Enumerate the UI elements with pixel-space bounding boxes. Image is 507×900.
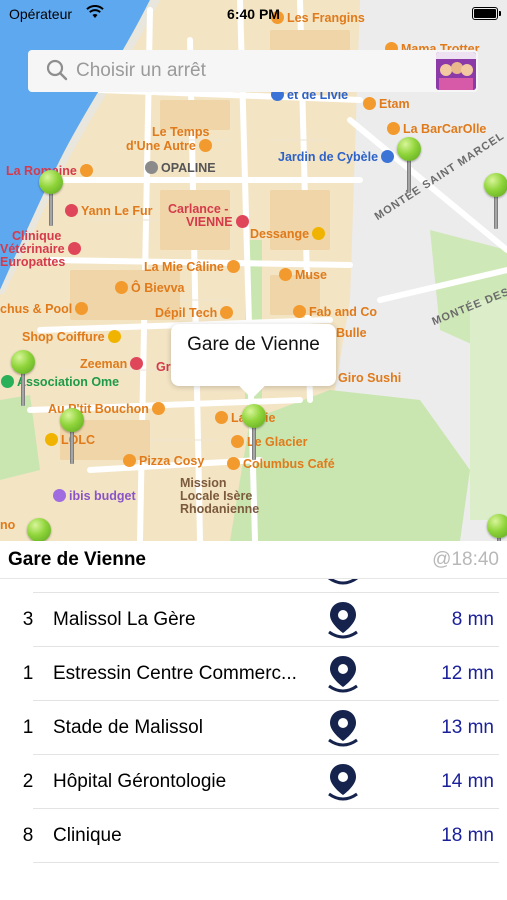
app-logo[interactable]	[436, 52, 476, 90]
poi-veterinaire: Vétérinaire	[0, 242, 84, 256]
bus-stop-pin[interactable]	[484, 173, 507, 233]
bus-stop-pin[interactable]	[487, 514, 507, 541]
poi-clinique-veterinaire[interactable]: Clinique	[12, 229, 61, 243]
location-pin-icon[interactable]	[324, 762, 362, 802]
search-icon	[46, 59, 68, 81]
panel-header: Gare de Vienne @18:40	[0, 541, 507, 579]
poi-no: no	[0, 518, 16, 532]
stop-name: Hôpital Gérontologie	[53, 771, 227, 792]
line-number: 2	[22, 771, 34, 792]
bus-stop-pin[interactable]	[397, 137, 421, 197]
search-bar[interactable]	[28, 50, 478, 92]
stop-name: Malissol La Gère	[53, 609, 196, 630]
eta: 18 mn	[441, 825, 494, 846]
poi-dessange[interactable]: Dessange	[250, 227, 328, 241]
list-item[interactable]: 3 Malissol La Gère 8 mn	[0, 593, 507, 647]
departures-panel: Gare de Vienne @18:40 3 Malissol La Gère…	[0, 541, 507, 900]
line-number: 1	[22, 717, 34, 738]
poi-yann-le-fur[interactable]: Yann Le Fur	[62, 204, 153, 218]
eta: 13 mn	[441, 717, 494, 738]
battery-icon	[472, 7, 501, 20]
poi-rhodanienne: Rhodanienne	[180, 502, 260, 516]
poi-columbus-cafe[interactable]: Columbus Café	[224, 457, 335, 471]
poi-opaline[interactable]: OPALINE	[142, 161, 216, 175]
eta: 14 mn	[441, 771, 494, 792]
poi-carlance[interactable]: Carlance -	[168, 202, 228, 216]
location-pin-icon[interactable]	[324, 708, 362, 748]
app-logo-image	[436, 52, 476, 90]
list-item[interactable]: 2 Hôpital Gérontologie 14 mn	[0, 755, 507, 809]
poi-zeeman[interactable]: Zeeman	[80, 357, 146, 371]
line-number: 8	[22, 825, 34, 846]
poi-ibis-budget[interactable]: ibis budget	[50, 489, 136, 503]
bus-stop-pin[interactable]	[27, 518, 51, 541]
line-number: 3	[22, 609, 34, 630]
poi-mission[interactable]: Mission	[180, 476, 227, 490]
map-view[interactable]: Les Frangins Mama Trotter et de Livie Et…	[0, 0, 507, 541]
departures-list[interactable]: 3 Malissol La Gère 8 mn 1 Estressin Cent…	[0, 579, 507, 900]
search-input[interactable]	[76, 55, 436, 87]
stop-name: Stade de Malissol	[53, 717, 203, 738]
line-number: 1	[22, 663, 34, 684]
poi-giro-sushi[interactable]: Giro Sushi	[338, 371, 401, 385]
poi-shop-coiffure[interactable]: Shop Coiffure	[22, 330, 124, 344]
poi-europattes: Europattes	[0, 255, 66, 269]
callout-title: Gare de Vienne	[187, 334, 320, 355]
location-pin-icon[interactable]	[324, 654, 362, 694]
poi-o-bievva[interactable]: Ô Bievva	[112, 281, 185, 295]
eta: 8 mn	[451, 609, 494, 630]
update-time: @18:40	[432, 549, 499, 570]
list-item[interactable]: 1 Stade de Malissol 13 mn	[0, 701, 507, 755]
poi-jardin-cybele[interactable]: Jardin de Cybèle	[278, 150, 397, 164]
list-item[interactable]: 8 Clinique 18 mn	[0, 809, 507, 863]
list-item[interactable]: 1 Estressin Centre Commerc... 12 mn	[0, 647, 507, 701]
clock: 6:40 PM	[227, 6, 280, 22]
poi-pizza-cosy[interactable]: Pizza Cosy	[120, 454, 204, 468]
poi-le-glacier[interactable]: Le Glacier	[228, 435, 307, 449]
poi-depil-tech[interactable]: Dépil Tech	[155, 306, 236, 320]
poi-la-mie-caline[interactable]: La Mie Câline	[144, 260, 243, 274]
bus-stop-pin[interactable]	[39, 170, 63, 230]
poi-chus-pool[interactable]: chus & Pool	[0, 302, 91, 316]
poi-la-barcarolle[interactable]: La BarCarOlle	[384, 122, 486, 136]
poi-bulle[interactable]: Bulle	[336, 326, 367, 340]
status-bar: Opérateur 6:40 PM	[0, 0, 507, 28]
stop-title: Gare de Vienne	[8, 549, 146, 570]
poi-gr: Gr	[156, 360, 171, 374]
bus-stop-pin[interactable]	[11, 350, 35, 410]
list-item[interactable]	[0, 579, 507, 593]
poi-locale-isere: Locale Isère	[180, 489, 253, 503]
stop-name: Estressin Centre Commerc...	[53, 663, 297, 684]
poi-carlance-vienne[interactable]: VIENNE	[186, 215, 252, 229]
stop-callout[interactable]: Gare de Vienne	[171, 324, 336, 386]
bus-stop-pin-selected[interactable]	[242, 404, 266, 464]
poi-etam[interactable]: Etam	[360, 97, 410, 111]
poi-le-temps[interactable]: Le Temps	[152, 125, 209, 139]
poi-dune-autre[interactable]: d'Une Autre	[126, 139, 215, 153]
location-pin-icon[interactable]	[324, 600, 362, 640]
poi-fab-and-co[interactable]: Fab and Co	[290, 305, 377, 319]
stop-name: Clinique	[53, 825, 122, 846]
eta: 12 mn	[441, 663, 494, 684]
row-separator	[33, 862, 499, 863]
location-pin-icon[interactable]	[324, 579, 362, 586]
poi-muse[interactable]: Muse	[276, 268, 327, 282]
bus-stop-pin[interactable]	[60, 408, 84, 468]
